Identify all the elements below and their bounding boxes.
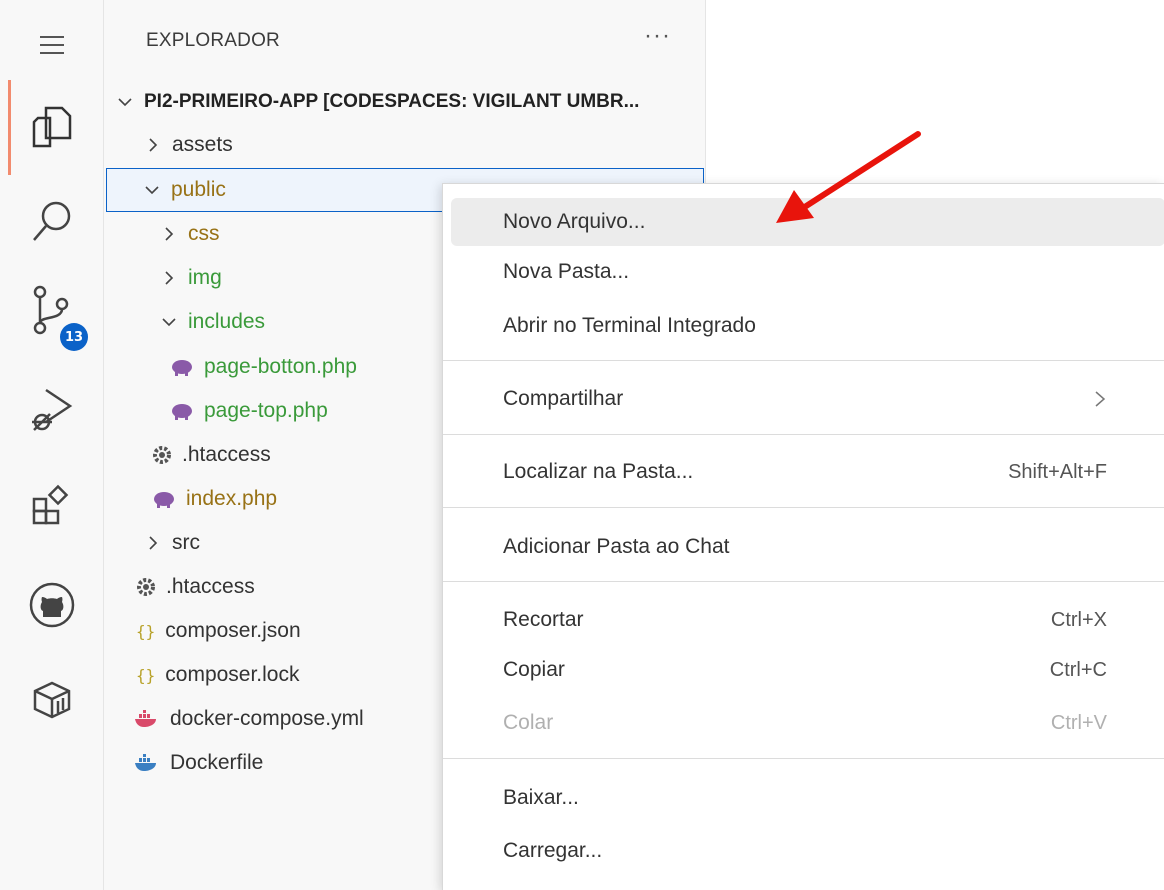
docker-whale-icon (135, 710, 156, 727)
github-button[interactable] (0, 565, 104, 645)
menu-item-label: Novo Arquivo... (503, 210, 646, 233)
tree-item-label: page-top.php (204, 399, 328, 422)
menu-separator (443, 581, 1164, 582)
menu-item-label: Compartilhar (503, 387, 624, 410)
search-button[interactable] (0, 182, 104, 262)
tree-item-label: .htaccess (166, 575, 255, 598)
run-debug-icon (32, 388, 73, 431)
menu-item-label: Localizar na Pasta... (503, 460, 694, 483)
source-control-button[interactable] (0, 270, 104, 350)
menu-item-find-in-folder[interactable]: Localizar na Pasta... Shift+Alt+F (451, 448, 1164, 496)
chevron-down-icon (118, 98, 132, 107)
php-elephant-icon (172, 404, 192, 420)
search-icon (33, 201, 71, 241)
shortcut-label: Ctrl+C (1049, 658, 1107, 681)
shortcut-label: Shift+Alt+F (1008, 460, 1107, 483)
tree-item-label: composer.json (165, 619, 301, 642)
menu-item-share[interactable]: Compartilhar (451, 375, 1164, 423)
explorer-icon (32, 106, 72, 148)
shortcut-label: Ctrl+V (1050, 711, 1107, 734)
menu-item-add-folder-to-chat[interactable]: Adicionar Pasta ao Chat (451, 523, 1164, 571)
menu-item-open-terminal[interactable]: Abrir no Terminal Integrado (451, 302, 1164, 350)
json-braces-icon: {} (136, 665, 156, 685)
menu-item-paste[interactable]: Colar Ctrl+V (451, 699, 1164, 747)
chevron-down-icon (145, 186, 159, 195)
menu-item-copy[interactable]: Copiar Ctrl+C (451, 646, 1164, 694)
menu-item-label: Colar (503, 711, 554, 734)
menu-separator (443, 507, 1164, 508)
menu-separator (443, 758, 1164, 759)
chevron-right-icon (165, 271, 174, 285)
extensions-button[interactable] (0, 465, 104, 545)
chevron-right-icon (165, 227, 174, 241)
menu-item-label: Baixar... (503, 786, 579, 809)
tree-item-label: src (172, 531, 200, 554)
docker-whale-icon (135, 754, 156, 771)
menu-item-label: Copiar (503, 658, 565, 681)
json-braces-icon: {} (136, 621, 156, 641)
gear-icon (137, 578, 155, 596)
chevron-down-icon (162, 318, 176, 327)
tree-item-label: page-botton.php (204, 355, 357, 378)
remote-explorer-button[interactable] (0, 660, 104, 740)
menu-item-download[interactable]: Baixar... (451, 774, 1164, 822)
workspace-root-label: PI2-PRIMEIRO-APP [CODESPACES: VIGILANT U… (144, 91, 640, 112)
context-menu: Novo Arquivo... Nova Pasta... Abrir no T… (442, 183, 1164, 890)
tree-item-label: .htaccess (182, 443, 271, 466)
github-icon (29, 582, 75, 628)
tree-item-label: includes (188, 310, 266, 333)
menu-item-label: Carregar... (503, 839, 603, 862)
tree-item-label: docker-compose.yml (170, 707, 364, 730)
menu-button[interactable] (0, 5, 104, 85)
menu-item-upload[interactable]: Carregar... (451, 827, 1164, 875)
remote-explorer-icon (33, 681, 71, 719)
menu-item-label: Abrir no Terminal Integrado (503, 314, 756, 337)
tree-item-label: css (188, 222, 220, 245)
menu-separator (443, 360, 1164, 361)
chevron-right-icon (149, 536, 158, 550)
tree-item-label: img (188, 266, 222, 289)
gear-icon (153, 446, 171, 464)
menu-icon (40, 36, 64, 54)
menu-item-label: Recortar (503, 608, 584, 631)
php-elephant-icon (172, 360, 192, 376)
source-control-badge: 13 (60, 323, 88, 351)
explorer-title: EXPLORADOR (146, 30, 280, 51)
tree-item-label: composer.lock (165, 663, 300, 686)
menu-separator (443, 434, 1164, 435)
workspace-root[interactable]: PI2-PRIMEIRO-APP [CODESPACES: VIGILANT U… (104, 80, 718, 124)
php-elephant-icon (154, 492, 174, 508)
chevron-right-icon (1095, 391, 1106, 407)
menu-item-label: Nova Pasta... (503, 260, 630, 283)
tree-item-label: Dockerfile (170, 751, 264, 774)
menu-item-label: Adicionar Pasta ao Chat (503, 535, 730, 558)
tree-item-label: index.php (186, 487, 278, 510)
extensions-icon (32, 484, 69, 525)
run-debug-button[interactable] (0, 370, 104, 450)
more-actions-button[interactable]: ··· (644, 22, 671, 50)
menu-item-new-folder[interactable]: Nova Pasta... (451, 248, 1164, 296)
explorer-button[interactable] (0, 88, 104, 168)
annotation-arrow (776, 131, 921, 223)
tree-item-assets[interactable]: assets (104, 123, 746, 167)
tree-item-label: assets (172, 133, 233, 156)
activity-bar: 13 (0, 0, 104, 890)
chevron-right-icon (149, 138, 158, 152)
menu-item-cut[interactable]: Recortar Ctrl+X (451, 596, 1164, 644)
tree-item-label: public (171, 178, 226, 201)
shortcut-label: Ctrl+X (1050, 608, 1107, 631)
